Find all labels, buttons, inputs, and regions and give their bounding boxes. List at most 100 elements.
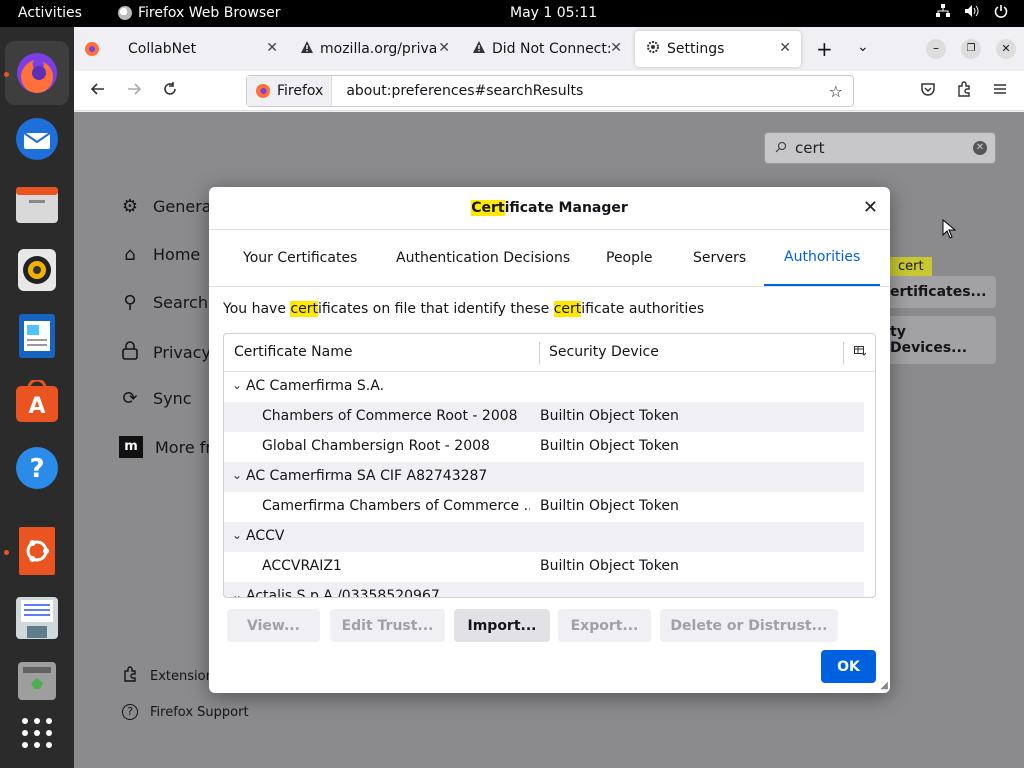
search-highlight-badge: cert xyxy=(890,257,932,276)
cert-name: ACCVRAIZ1 xyxy=(262,558,342,574)
tab-servers[interactable]: Servers xyxy=(693,230,746,286)
url-bar[interactable]: Firefox about:preferences#searchResults … xyxy=(246,75,854,107)
resize-grip-icon[interactable]: ◢ xyxy=(880,680,888,691)
chevron-down-icon[interactable]: ⌄ xyxy=(232,468,242,482)
tab-authentication-decisions[interactable]: Authentication Decisions xyxy=(396,230,570,286)
dock-software[interactable]: A xyxy=(13,378,61,426)
table-row[interactable]: Camerfirma Chambers of Commerce ... Buil… xyxy=(224,492,864,522)
table-row[interactable]: Chambers of Commerce Root - 2008 Builtin… xyxy=(224,402,864,432)
table-row[interactable]: ⌄ Actalis S.p.A./03358520967 xyxy=(224,582,864,597)
dock-firefox[interactable] xyxy=(5,41,69,105)
column-certificate-name[interactable]: Certificate Name xyxy=(234,344,352,360)
sidebar-item-home[interactable]: ⌂ Home xyxy=(119,244,200,265)
tab-title: Did Not Connect: xyxy=(492,41,610,57)
sidebar-item-sync[interactable]: ⟳ Sync xyxy=(119,388,192,409)
minimize-button[interactable]: – xyxy=(926,39,946,59)
column-picker-icon[interactable] xyxy=(854,346,867,359)
sidebar-item-privacy[interactable]: Privacy xyxy=(119,340,211,365)
dock-writer[interactable] xyxy=(13,312,61,360)
sidebar-item-more[interactable]: m More fr xyxy=(119,436,212,458)
close-window-button[interactable]: ✕ xyxy=(996,39,1016,59)
nav-bar: Firefox about:preferences#searchResults … xyxy=(74,71,1024,111)
edit-trust-button[interactable]: Edit Trust... xyxy=(330,609,445,642)
sidebar-item-label: Privacy xyxy=(153,343,211,362)
table-row[interactable]: ⌄ ACCV xyxy=(224,522,864,552)
activities-button[interactable]: Activities xyxy=(18,5,82,21)
back-button[interactable] xyxy=(90,81,106,101)
close-icon[interactable]: ✕ xyxy=(438,40,450,56)
view-certificates-button[interactable]: ertificates... xyxy=(880,276,996,308)
tab-settings[interactable]: Settings ✕ xyxy=(635,31,801,67)
document-icon xyxy=(19,314,55,358)
clock[interactable]: May 1 05:11 xyxy=(510,5,597,21)
ok-button[interactable]: OK xyxy=(821,650,876,683)
dock-thunderbird[interactable] xyxy=(13,115,61,163)
authorities-intro: You have certificates on file that ident… xyxy=(223,301,704,317)
sidebar-item-label: Sync xyxy=(153,389,192,408)
column-security-device[interactable]: Security Device xyxy=(549,344,659,360)
cert-name: AC Camerfirma SA CIF A82743287 xyxy=(246,468,488,484)
table-row[interactable]: Global Chambersign Root - 2008 Builtin O… xyxy=(224,432,864,462)
dock-rhythmbox[interactable] xyxy=(13,246,61,294)
tab-people[interactable]: People xyxy=(606,230,653,286)
lock-icon xyxy=(119,340,141,365)
show-apps-button[interactable] xyxy=(13,709,61,757)
dock-text-editor[interactable] xyxy=(13,594,61,642)
pocket-icon[interactable] xyxy=(920,81,936,101)
close-icon[interactable]: ✕ xyxy=(266,40,278,56)
tab-your-certificates[interactable]: Your Certificates xyxy=(243,230,357,286)
cert-name: ACCV xyxy=(246,528,285,544)
grid-icon xyxy=(22,718,52,748)
column-splitter[interactable] xyxy=(843,342,844,364)
chevron-down-icon[interactable]: ⌄ xyxy=(232,588,242,597)
url-text[interactable]: about:preferences#searchResults xyxy=(332,83,583,99)
identity-box[interactable]: Firefox xyxy=(247,76,333,106)
tab-collabnet[interactable]: CollabNet ✕ xyxy=(118,31,288,67)
dock-files[interactable] xyxy=(13,180,61,228)
column-splitter[interactable] xyxy=(539,342,540,364)
intro-text: ificates on file that identify these xyxy=(317,301,554,317)
cert-device: Builtin Object Token xyxy=(540,438,679,454)
gnome-top-bar: Activities Firefox Web Browser May 1 05:… xyxy=(0,0,1024,27)
close-dialog-button[interactable]: ✕ xyxy=(863,197,878,218)
chevron-down-icon[interactable]: ⌄ xyxy=(232,528,242,542)
close-icon[interactable]: ✕ xyxy=(779,40,791,56)
certificate-tree[interactable]: Certificate Name Security Device ⌄ AC Ca… xyxy=(223,333,876,598)
table-row[interactable]: ⌄ AC Camerfirma SA CIF A82743287 xyxy=(224,462,864,492)
new-tab-button[interactable]: + xyxy=(816,37,833,61)
cert-name: Camerfirma Chambers of Commerce ... xyxy=(262,498,530,514)
tab-did-not-connect[interactable]: Did Not Connect: ✕ xyxy=(462,31,632,67)
clear-search-icon[interactable]: ✕ xyxy=(973,141,987,155)
dock-ubuntu[interactable] xyxy=(13,527,61,575)
bookmark-star-icon[interactable]: ☆ xyxy=(829,82,843,101)
sidebar-item-search[interactable]: ⚲ Search xyxy=(119,292,208,313)
ubuntu-dock: A ? xyxy=(0,27,74,768)
extensions-icon[interactable] xyxy=(956,81,972,101)
chevron-down-icon[interactable]: ⌄ xyxy=(232,378,242,392)
dock-help[interactable]: ? xyxy=(13,444,61,492)
table-row[interactable]: ACCVRAIZ1 Builtin Object Token xyxy=(224,552,864,582)
delete-or-distrust-button[interactable]: Delete or Distrust... xyxy=(660,609,838,642)
sidebar-support[interactable]: ? Firefox Support xyxy=(122,704,249,720)
system-tray[interactable] xyxy=(936,4,1008,22)
tab-mozilla[interactable]: mozilla.org/priva ✕ xyxy=(290,31,460,67)
table-row[interactable]: ⌄ AC Camerfirma S.A. xyxy=(224,372,864,402)
close-icon[interactable]: ✕ xyxy=(610,40,622,56)
sidebar-extensions[interactable]: Extension xyxy=(122,666,214,686)
sidebar-item-general[interactable]: ⚙ General xyxy=(119,196,216,217)
app-menu[interactable]: Firefox Web Browser xyxy=(118,5,281,21)
export-button[interactable]: Export... xyxy=(558,609,651,642)
dock-trash[interactable] xyxy=(13,657,61,705)
tab-authorities[interactable]: Authorities xyxy=(764,230,880,286)
restore-button[interactable]: ❐ xyxy=(961,39,981,59)
identity-label: Firefox xyxy=(277,83,324,99)
view-button[interactable]: View... xyxy=(227,609,320,642)
list-tabs-button[interactable]: ⌄ xyxy=(857,39,869,55)
reload-button[interactable] xyxy=(162,81,178,101)
menu-icon[interactable] xyxy=(992,81,1008,101)
security-devices-button[interactable]: ty Devices... xyxy=(880,316,996,364)
forward-button[interactable] xyxy=(126,81,142,101)
import-button[interactable]: Import... xyxy=(454,609,550,642)
firefox-view-icon[interactable] xyxy=(84,41,100,61)
preferences-search-input[interactable]: cert ✕ xyxy=(764,132,996,164)
